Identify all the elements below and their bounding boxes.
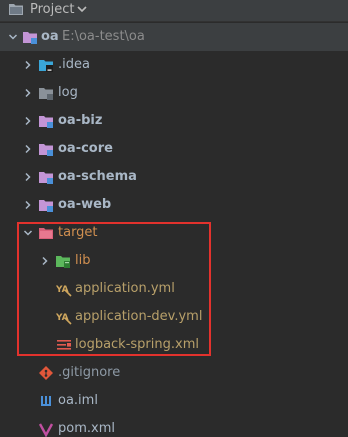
chevron-right-icon[interactable] [23,88,33,98]
tree-item-oa-web[interactable]: oa-web [0,191,348,219]
git-file-icon [39,366,53,380]
module-folder-icon [39,200,53,212]
module-folder-icon [39,116,53,128]
tree-item-lib[interactable]: lib [0,247,348,275]
svg-text:YA: YA [56,285,69,295]
tree-item-label: oa-web [58,197,112,212]
tree-item-label: oa-core [58,141,113,156]
tree-root-oa[interactable]: oa E:\oa-test\oa [0,23,348,51]
tree-item-label: oa.iml [58,393,98,408]
chevron-right-icon[interactable] [23,200,33,210]
chevron-down-icon[interactable] [76,2,88,16]
tree-item-oa-schema[interactable]: oa-schema [0,163,348,191]
tree-item-pom-xml[interactable]: pom.xml [0,415,348,437]
tree-item-oa-core[interactable]: oa-core [0,135,348,163]
chevron-right-icon[interactable] [23,60,33,70]
chevron-right-icon[interactable] [23,116,33,126]
folder-icon [39,88,53,100]
library-folder-icon [56,256,70,268]
root-project-name: oa [41,29,59,44]
tree-item-idea[interactable]: .idea [0,51,348,79]
chevron-right-icon[interactable] [40,256,50,266]
tree-item-label: .gitignore [58,365,121,380]
module-folder-icon [39,172,53,184]
project-tool-window-header: Project [0,0,348,22]
xml-config-file-icon [57,340,71,350]
maven-pom-icon [38,423,54,437]
tree-item-label: lib [75,253,91,268]
tree-item-gitignore[interactable]: .gitignore [0,359,348,387]
tree-item-application-dev-yml[interactable]: YA application-dev.yml [0,303,348,331]
project-folder-icon [9,4,23,15]
yaml-file-icon: YA [56,313,72,325]
chevron-down-icon[interactable] [23,228,33,238]
chevron-down-icon[interactable] [8,32,18,42]
excluded-folder-icon [39,228,53,239]
tree-item-oa-iml[interactable]: oa.iml [0,387,348,415]
tree-item-label: oa-biz [58,113,103,128]
tree-item-label: pom.xml [58,421,115,436]
tree-item-label: .idea [58,57,90,72]
tree-item-oa-biz[interactable]: oa-biz [0,107,348,135]
chevron-right-icon[interactable] [23,172,33,182]
tree-item-label: oa-schema [58,169,137,184]
idea-folder-icon [39,60,53,72]
project-view-title[interactable]: Project [30,2,74,17]
tree-item-target[interactable]: target [0,219,348,247]
tree-item-label: target [58,225,98,240]
module-folder-icon [23,32,37,44]
svg-text:YA: YA [56,313,69,323]
tree-item-log[interactable]: log [0,79,348,107]
tree-item-label: application.yml [75,281,175,296]
yaml-file-icon: YA [56,285,72,297]
tree-item-label: log [58,85,78,100]
module-folder-icon [39,144,53,156]
tree-item-label: application-dev.yml [75,309,203,324]
chevron-right-icon[interactable] [23,144,33,154]
root-project-path: E:\oa-test\oa [62,29,145,44]
tree-item-application-yml[interactable]: YA application.yml [0,275,348,303]
tree-item-logback-spring-xml[interactable]: logback-spring.xml [0,331,348,359]
tree-item-label: logback-spring.xml [75,337,199,352]
iml-file-icon [41,396,51,406]
